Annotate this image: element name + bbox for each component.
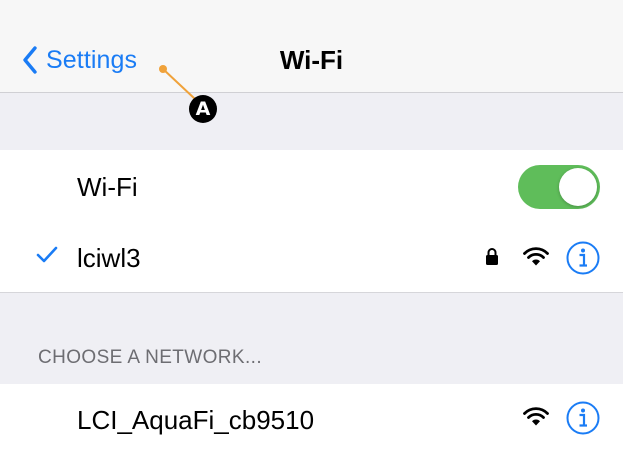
network-name: LCI_AquaFi_cb9510 (77, 405, 315, 435)
page-title: Wi-Fi (279, 45, 344, 75)
current-network-row[interactable]: lciwl3 (0, 222, 623, 292)
navigation-bar: Settings Wi-Fi (0, 0, 623, 93)
info-icon[interactable] (566, 241, 600, 275)
current-network-name: lciwl3 (77, 243, 141, 273)
wifi-label: Wi-Fi (77, 172, 138, 202)
annotation-badge: A (189, 95, 217, 123)
lock-icon (486, 248, 498, 265)
wifi-icon (523, 407, 549, 426)
section-header: CHOOSE A NETWORK... (38, 347, 263, 368)
wifi-toggle-row: Wi-Fi (0, 150, 623, 222)
toggle-knob (559, 168, 597, 206)
network-list-item[interactable]: LCI_AquaFi_cb9510 (0, 384, 623, 450)
info-icon[interactable] (566, 401, 600, 435)
section-divider (0, 292, 623, 293)
checkmark-icon (36, 246, 58, 263)
wifi-toggle-switch[interactable] (518, 165, 600, 209)
wifi-icon (523, 247, 549, 266)
